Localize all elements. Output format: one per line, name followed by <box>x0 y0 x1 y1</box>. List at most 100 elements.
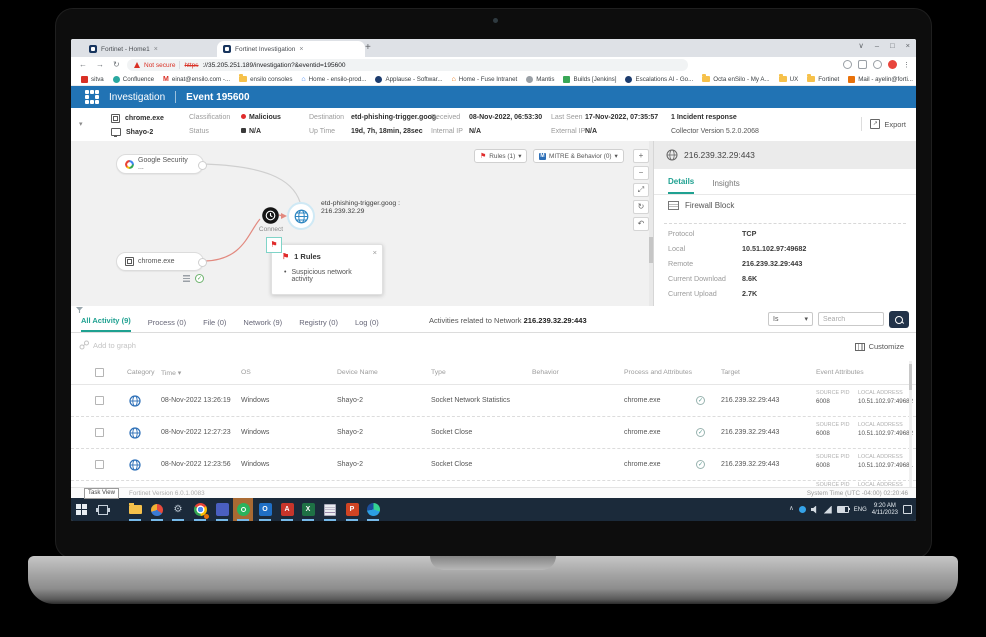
bookmark[interactable]: Applause - Softwar... <box>375 76 442 83</box>
search-input[interactable] <box>818 312 884 326</box>
row-checkbox[interactable] <box>95 460 104 469</box>
column-header[interactable]: Process and Attributes <box>624 369 692 376</box>
table-row[interactable]: 08-Nov-2022 12:23:56 Windows Shayo-2 Soc… <box>71 449 916 481</box>
node-connector-icon[interactable] <box>198 258 207 267</box>
graph-node-chrome[interactable]: chrome.exe <box>116 252 204 271</box>
address-bar[interactable]: Not secure https://35.205.251.189/invest… <box>127 59 688 71</box>
row-checkbox[interactable] <box>95 428 104 437</box>
clock[interactable]: 9:20 AM4/11/2023 <box>872 503 898 516</box>
filter-operator-select[interactable]: Is ▾ <box>768 312 813 326</box>
back-icon[interactable]: ← <box>79 60 87 69</box>
bookmark[interactable]: sitva <box>81 76 104 83</box>
window-menu-icon[interactable]: ∨ <box>858 41 864 50</box>
taskbar-photos-app[interactable] <box>147 498 167 521</box>
bookmark[interactable]: ensilo consoles <box>239 76 292 83</box>
column-header[interactable]: OS <box>241 369 251 376</box>
column-header[interactable]: Type <box>431 369 446 376</box>
window-maximize-icon[interactable]: □ <box>890 41 895 50</box>
bookmark[interactable]: Mail - ayelin@forti... <box>848 76 913 83</box>
close-tab-icon[interactable]: × <box>154 46 158 53</box>
export-button[interactable]: ↗ Export <box>861 117 906 131</box>
browser-menu-icon[interactable]: ⋮ <box>903 61 910 69</box>
bookmark[interactable]: Builds [Jenkins] <box>563 76 616 83</box>
forward-icon[interactable]: → <box>96 60 104 69</box>
bookmark[interactable]: ⌂Home - Fuse Intranet <box>452 76 518 83</box>
bookmark[interactable]: Fortinet <box>807 76 839 83</box>
tab-process[interactable]: Process (0) <box>148 318 186 332</box>
new-tab-button[interactable]: + <box>365 42 371 53</box>
graph-node-google-security[interactable]: Google Security ... <box>116 154 204 174</box>
bookmark[interactable]: Meinat@ensilo.com -... <box>163 76 230 83</box>
profile-avatar[interactable] <box>888 60 897 69</box>
extension-icon[interactable] <box>873 60 882 69</box>
tab-details[interactable]: Details <box>668 177 694 194</box>
bookmark[interactable]: Octa enSilo - My A... <box>702 76 769 83</box>
bookmark[interactable]: Confluence <box>113 76 154 83</box>
filter-icon[interactable] <box>76 307 83 313</box>
volume-icon[interactable] <box>811 506 819 514</box>
column-header[interactable]: Target <box>721 369 740 376</box>
browser-tab-home[interactable]: Fortinet - Home1 × <box>83 41 223 57</box>
zoom-in-button[interactable]: + <box>633 149 649 163</box>
rules-filter-button[interactable]: ⚑ Rules (1) ▾ <box>474 149 527 163</box>
taskbar-excel[interactable]: X <box>298 498 318 521</box>
firewall-block-action[interactable]: Firewall Block <box>668 201 734 210</box>
window-close-icon[interactable]: × <box>906 41 910 50</box>
start-button[interactable] <box>71 498 91 521</box>
bookmark[interactable]: Mantis <box>526 76 554 83</box>
cell-target[interactable]: 216.239.32.29:443 <box>721 429 779 436</box>
select-all-checkbox[interactable] <box>95 368 104 377</box>
column-header[interactable]: Event Attributes <box>816 369 864 376</box>
taskbar-acrobat[interactable]: A <box>277 498 297 521</box>
browser-tab-investigation[interactable]: Fortinet Investigation × <box>217 41 365 57</box>
tab-log[interactable]: Log (0) <box>355 318 379 332</box>
row-checkbox[interactable] <box>95 396 104 405</box>
tray-app-icon[interactable] <box>799 506 806 513</box>
battery-icon[interactable] <box>837 506 849 513</box>
bookmark[interactable]: ⌂Home - ensilo-prod... <box>301 76 366 83</box>
taskbar-powerpoint[interactable]: P <box>342 498 362 521</box>
bookmark[interactable]: Escalations AI - Go... <box>625 76 693 83</box>
cell-target[interactable]: 216.239.32.29:443 <box>721 397 779 404</box>
taskbar-whatsapp[interactable] <box>233 498 253 521</box>
taskbar-outlook[interactable]: O <box>255 498 275 521</box>
graph-node-remote-ip[interactable] <box>287 202 315 230</box>
collapse-chevron-icon[interactable]: ▾ <box>79 120 83 128</box>
column-header[interactable]: Behavior <box>532 369 559 376</box>
action-center-icon[interactable] <box>903 505 912 514</box>
language-indicator[interactable]: ENG <box>854 507 867 513</box>
tab-insights[interactable]: Insights <box>712 179 740 194</box>
customize-columns-button[interactable]: Customize <box>855 342 904 351</box>
taskbar-chrome[interactable] <box>190 498 210 521</box>
incident-response-link[interactable]: 1 Incident response <box>671 114 737 121</box>
fit-screen-button[interactable]: ⤢ <box>633 183 649 197</box>
table-row[interactable]: 08-Nov-2022 12:27:23 Windows Shayo-2 Soc… <box>71 417 916 449</box>
rule-name[interactable]: Suspicious network activity <box>291 269 374 283</box>
taskbar-notes[interactable] <box>320 498 340 521</box>
triggered-rule-chip[interactable]: ⚑ <box>266 237 282 253</box>
column-header[interactable]: Category <box>127 369 155 376</box>
table-row[interactable]: 08-Nov-2022 13:26:19 Windows Shayo-2 Soc… <box>71 385 916 417</box>
task-view-button[interactable] <box>93 498 113 521</box>
zoom-out-button[interactable]: − <box>633 166 649 180</box>
close-tab-icon[interactable]: × <box>299 46 303 53</box>
taskbar-file-explorer[interactable] <box>125 498 145 521</box>
taskbar-edge[interactable] <box>363 498 383 521</box>
search-button[interactable] <box>889 311 909 328</box>
tab-file[interactable]: File (0) <box>203 318 226 332</box>
tab-all-activity[interactable]: All Activity (9) <box>81 316 131 332</box>
refresh-layout-button[interactable]: ↻ <box>633 200 649 214</box>
table-scrollbar[interactable] <box>909 361 912 487</box>
extension-icon[interactable] <box>843 60 852 69</box>
taskbar-teams[interactable] <box>212 498 232 521</box>
bookmark[interactable]: UX <box>779 76 799 83</box>
undo-button[interactable]: ↶ <box>633 217 649 231</box>
column-header[interactable]: Device Name <box>337 369 378 376</box>
tab-registry[interactable]: Registry (0) <box>299 318 338 332</box>
window-minimize-icon[interactable]: – <box>875 41 879 50</box>
tab-network[interactable]: Network (9) <box>243 318 282 332</box>
cell-target[interactable]: 216.239.32.29:443 <box>721 461 779 468</box>
extension-icon[interactable] <box>858 60 867 69</box>
process-graph-canvas[interactable]: Google Security ... chrome.exe ✓ Connect <box>71 141 653 306</box>
tray-expand-icon[interactable]: ∧ <box>789 506 794 513</box>
